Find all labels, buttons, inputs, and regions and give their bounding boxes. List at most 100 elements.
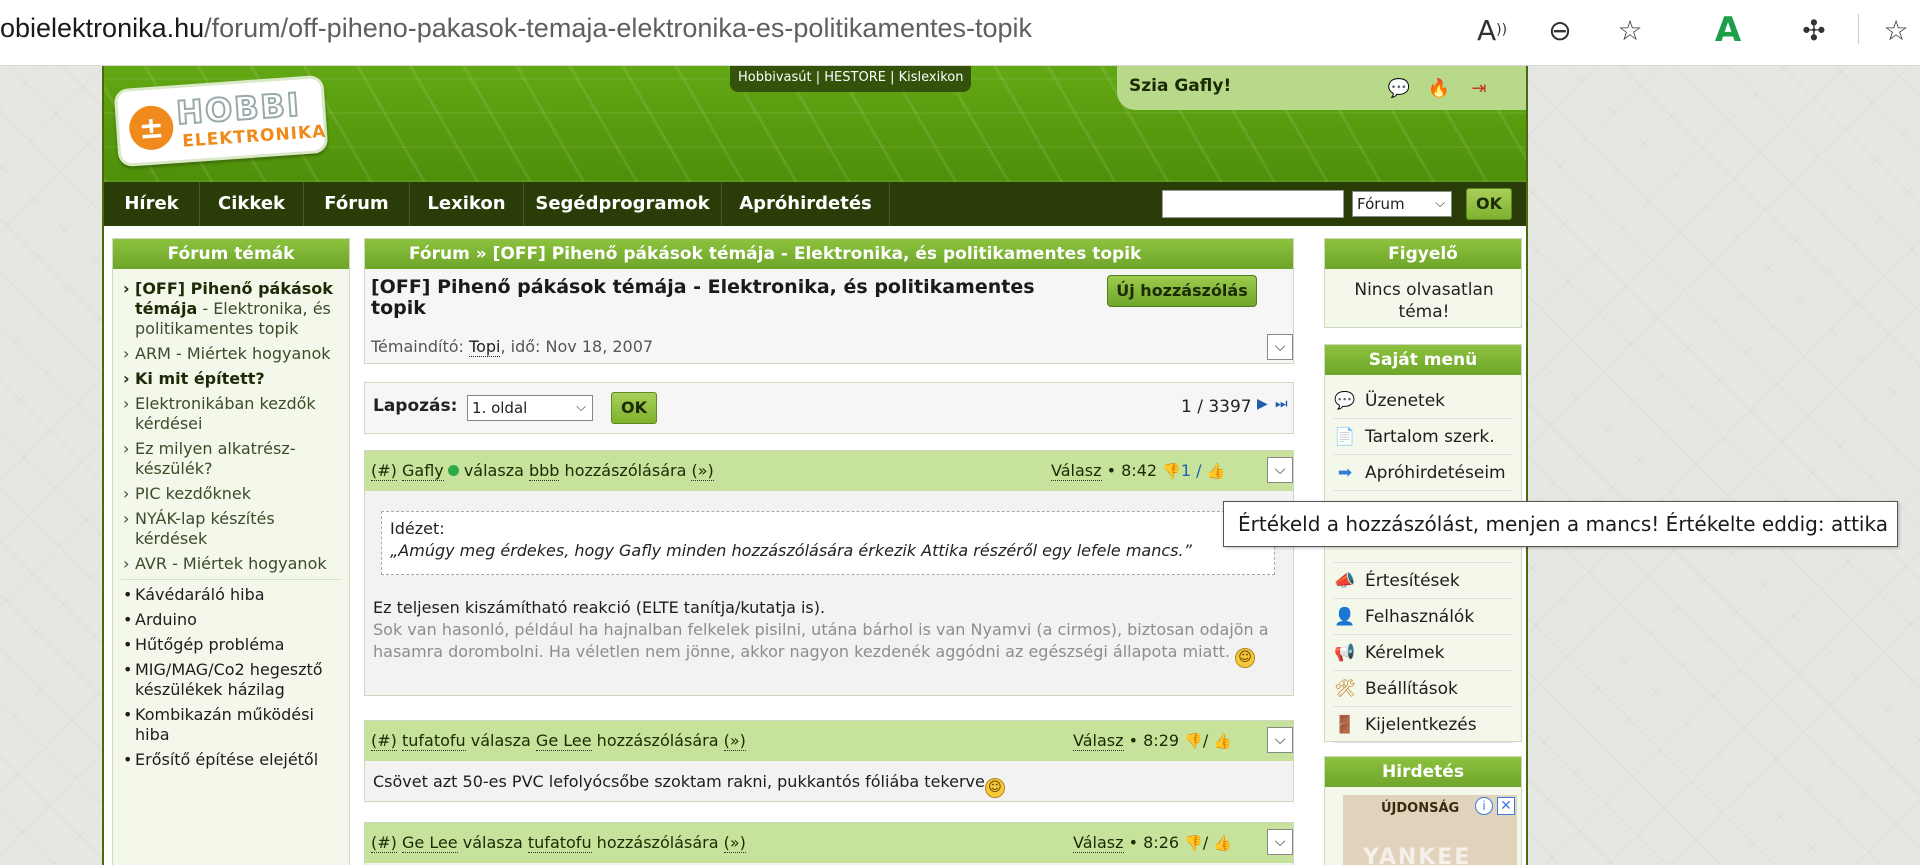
post-header-left: (#) Gafly válasza bbb hozzászólására (»)	[371, 451, 714, 491]
bullet-topic-item[interactable]: MIG/MAG/Co2 hegesztő készülékek házilag	[121, 660, 341, 700]
site-logo[interactable]: ± HOBBI ELEKTRONIKA	[113, 74, 329, 168]
post-options-chevron-icon[interactable]: ⌵	[1267, 457, 1293, 483]
reply-link[interactable]: Válasz	[1073, 731, 1124, 751]
smiley-emoji-icon: ☺	[984, 778, 1005, 798]
parent-post-link[interactable]: (»)	[723, 731, 746, 751]
bullet-topic-item[interactable]: Kombikazán működési hiba	[121, 705, 341, 745]
topic-list: [OFF] Pihenő pákások témája - Elektronik…	[121, 279, 341, 775]
topic-options-chevron-icon[interactable]: ⌵	[1267, 334, 1293, 360]
post-header: (#) Ge Lee válasza tufatofu hozzászólásá…	[365, 823, 1293, 863]
search-input[interactable]	[1162, 190, 1344, 218]
zoom-out-icon[interactable]: ⊖	[1540, 10, 1580, 50]
post-permalink[interactable]: (#)	[371, 461, 397, 481]
post-time: • 8:42	[1106, 461, 1158, 480]
parent-post-link[interactable]: (»)	[691, 461, 714, 481]
nav-hirek[interactable]: Hírek	[104, 182, 200, 226]
thumbs-down-icon[interactable]: 👎	[1184, 834, 1203, 852]
post-time: • 8:26	[1128, 833, 1180, 852]
new-post-button[interactable]: Új hozzászólás	[1107, 275, 1257, 307]
reply-target-user[interactable]: bbb	[528, 461, 560, 481]
menu-item-messages[interactable]: 💬 Üzenetek	[1333, 383, 1513, 419]
read-aloud-icon[interactable]: A))	[1472, 10, 1512, 50]
extension-logo-icon[interactable]: A	[1708, 10, 1748, 50]
topic-item[interactable]: [OFF] Pihenő pákások témája - Elektronik…	[121, 279, 341, 339]
page-title: [OFF] Pihenő pákások témája - Elektronik…	[371, 276, 1035, 319]
post-options-chevron-icon[interactable]: ⌵	[1267, 727, 1293, 753]
topic-item[interactable]: NYÁK-lap készítés kérdések	[121, 509, 341, 549]
topic-item[interactable]: Ez milyen alkatrész-készülék?	[121, 439, 341, 479]
nav-cikkek[interactable]: Cikkek	[200, 182, 304, 226]
post-header-left: (#) Ge Lee válasza tufatofu hozzászólásá…	[371, 823, 746, 863]
topic-starter-info: Témaindító: Topi, idő: Nov 18, 2007	[371, 337, 654, 357]
page-select-value: 1. oldal	[472, 399, 528, 417]
post-author[interactable]: tufatofu	[401, 731, 466, 751]
thumbs-up-icon[interactable]: 👍	[1213, 732, 1232, 750]
post-header: (#) tufatofu válasza Ge Lee hozzászólásá…	[365, 721, 1293, 761]
bullet-topic-item[interactable]: Kávédaráló hiba	[121, 585, 341, 605]
favorite-add-icon[interactable]: ☆	[1610, 10, 1650, 50]
breadcrumb[interactable]: Fórum » [OFF] Pihenő pákások témája - El…	[365, 239, 1293, 269]
address-bar[interactable]: obielektronika.hu/forum/off-piheno-pakas…	[0, 10, 1032, 46]
bullet-topic-item[interactable]: Arduino	[121, 610, 341, 630]
topic-item[interactable]: Ki mit épített?	[121, 369, 341, 389]
starter-user-link[interactable]: Topi	[469, 337, 501, 357]
watch-text: Nincs olvasatlan téma!	[1354, 280, 1494, 322]
post-body: Ez teljesen kiszámítható reakció (ELTE t…	[373, 597, 1283, 668]
thumbs-up-icon[interactable]: 👍	[1207, 462, 1226, 480]
reply-target-user[interactable]: Ge Lee	[535, 731, 592, 751]
post-options-chevron-icon[interactable]: ⌵	[1267, 829, 1293, 855]
menu-item-notifications[interactable]: 📣 Értesítések	[1333, 563, 1513, 599]
bullet-topic-item[interactable]: Hűtőgép probléma	[121, 635, 341, 655]
parent-post-link[interactable]: (»)	[723, 833, 746, 853]
last-page-icon[interactable]: ⏭	[1275, 396, 1288, 412]
next-page-icon[interactable]: ▶	[1257, 396, 1268, 412]
ad-close-icon[interactable]: ✕	[1497, 797, 1515, 815]
post-body-line: Ez teljesen kiszámítható reakció (ELTE t…	[373, 598, 826, 617]
notifications-icon[interactable]: 🔥	[1427, 76, 1451, 100]
reply-target-user[interactable]: tufatofu	[527, 833, 592, 853]
menu-item-requests[interactable]: 📢 Kérelmek	[1333, 635, 1513, 671]
thumbs-down-icon[interactable]: 👎	[1184, 732, 1203, 750]
post-author[interactable]: Ge Lee	[401, 833, 458, 853]
ad-info-icon[interactable]: i	[1475, 797, 1493, 815]
search-scope-select[interactable]: Fórum ⌵	[1352, 191, 1452, 217]
thumbs-down-icon[interactable]: 👎	[1162, 462, 1181, 480]
search-ok-button[interactable]: OK	[1466, 188, 1512, 220]
favorites-icon[interactable]: ☆	[1876, 10, 1916, 50]
menu-item-settings[interactable]: 🛠 Beállítások	[1333, 671, 1513, 707]
toplink-kislexikon[interactable]: Kislexikon	[899, 70, 964, 85]
topic-item[interactable]: ARM - Miértek hogyanok	[121, 344, 341, 364]
messages-icon[interactable]: 💬	[1387, 76, 1411, 100]
nav-forum[interactable]: Fórum	[304, 182, 410, 226]
toplink-hobbivasut[interactable]: Hobbivasút	[738, 70, 812, 85]
logout-icon[interactable]: ⇥	[1467, 76, 1491, 100]
topic-item[interactable]: AVR - Miértek hogyanok	[121, 554, 341, 574]
toplink-hestore[interactable]: HESTORE	[824, 70, 886, 85]
reply-link[interactable]: Válasz	[1051, 461, 1102, 481]
paging-ok-button[interactable]: OK	[611, 392, 657, 424]
thumbs-up-icon[interactable]: 👍	[1213, 834, 1232, 852]
menu-item-my-ads[interactable]: ➡ Apróhirdetéseim	[1333, 455, 1513, 491]
menu-item-logout[interactable]: 🚪 Kijelentkezés	[1333, 707, 1513, 743]
menu-item-content-edit[interactable]: 📄 Tartalom szerk.	[1333, 419, 1513, 455]
topic-item[interactable]: Elektronikában kezdők kérdései	[121, 394, 341, 434]
top-links: Hobbivasút | HESTORE | Kislexikon	[730, 66, 972, 92]
bullet-topic-item[interactable]: Erősítő építése elejétől	[121, 750, 341, 770]
megaphone-icon: 📣	[1334, 570, 1356, 591]
post-author[interactable]: Gafly	[401, 461, 444, 481]
nav-aprohirdetes[interactable]: Apróhirdetés	[722, 182, 890, 226]
nav-lexikon[interactable]: Lexikon	[410, 182, 524, 226]
topic-item[interactable]: PIC kezdőknek	[121, 484, 341, 504]
page-select[interactable]: 1. oldal ⌵	[467, 395, 593, 421]
ad-badge: ÚJDONSÁG	[1381, 801, 1460, 816]
post-header-text: válasza	[470, 731, 531, 750]
post-header-right: Válasz • 8:26 👎/ 👍	[1073, 823, 1232, 863]
menu-item-users[interactable]: 👤 Felhasználók	[1333, 599, 1513, 635]
reply-link[interactable]: Válasz	[1073, 833, 1124, 853]
post-permalink[interactable]: (#)	[371, 731, 397, 751]
extensions-puzzle-icon[interactable]: ✣	[1794, 10, 1834, 50]
forum-topics-title: Fórum témák	[113, 239, 349, 269]
post-permalink[interactable]: (#)	[371, 833, 397, 853]
nav-segedprogramok[interactable]: Segédprogramok	[524, 182, 722, 226]
ad-banner[interactable]: ÚJDONSÁG i ✕ YANKEE	[1343, 795, 1517, 865]
